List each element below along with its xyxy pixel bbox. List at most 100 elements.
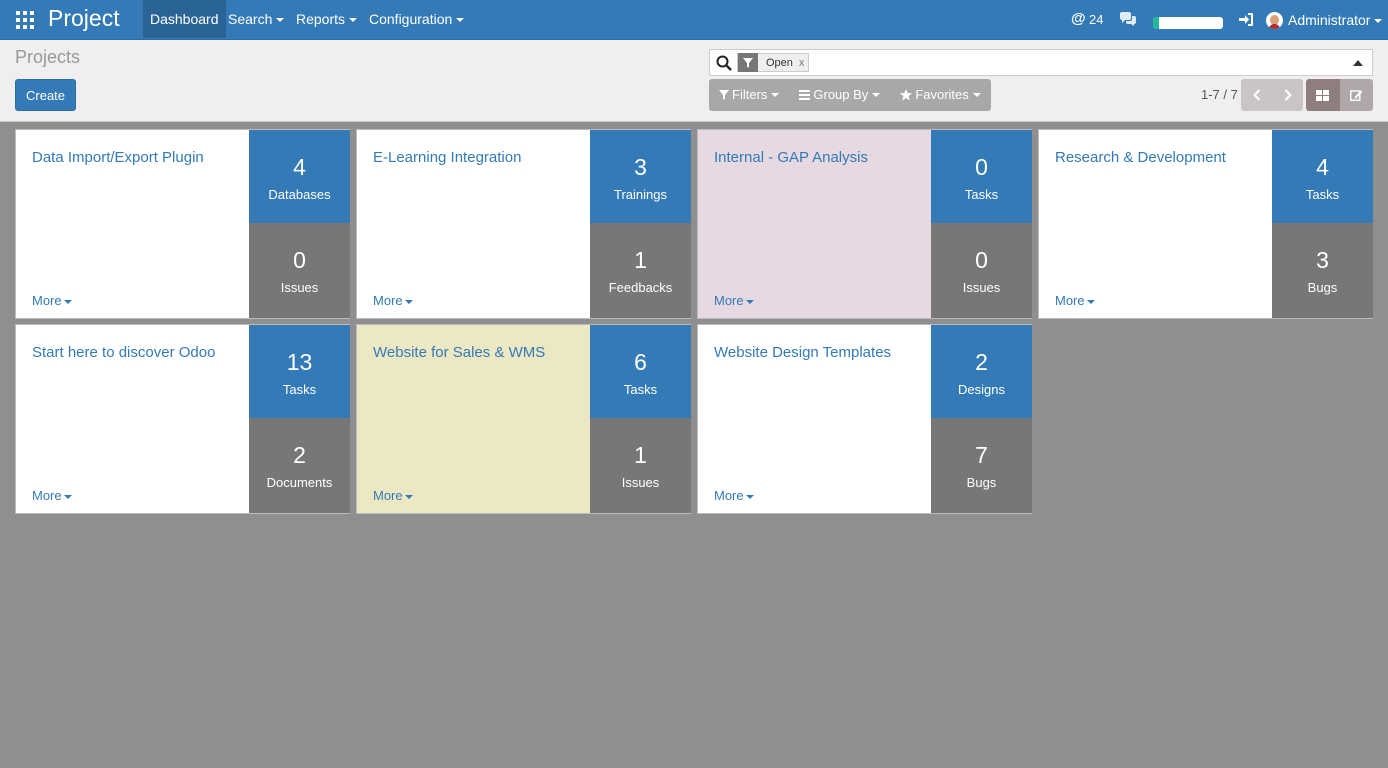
project-primary-stat[interactable]: 4 Databases (249, 130, 350, 223)
primary-stat-label: Tasks (282, 382, 317, 397)
apps-grid-icon[interactable] (16, 11, 34, 29)
project-secondary-stat[interactable]: 1 Feedbacks (590, 223, 691, 318)
more-dropdown[interactable]: More (714, 488, 754, 503)
chevron-down-icon (1086, 299, 1095, 304)
project-primary-stat[interactable]: 13 Tasks (249, 325, 350, 418)
chevron-up-icon[interactable] (1353, 60, 1363, 66)
project-card[interactable]: Internal - GAP Analysis More 0 Tasks 0 I… (697, 129, 1032, 319)
search-icon (716, 55, 732, 71)
search-input[interactable]: Open x (709, 49, 1373, 76)
search-facet: Open x (737, 53, 810, 72)
chevron-down-icon (63, 494, 72, 499)
project-secondary-stat[interactable]: 3 Bugs (1272, 223, 1373, 318)
project-primary-stat[interactable]: 3 Trainings (590, 130, 691, 223)
primary-stat-count: 4 (1316, 154, 1329, 180)
primary-stat-count: 0 (975, 154, 988, 180)
project-title[interactable]: Start here to discover Odoo (32, 344, 215, 361)
mentions-icon[interactable]: @ (1071, 10, 1086, 27)
more-dropdown[interactable]: More (714, 293, 754, 308)
create-button[interactable]: Create (15, 79, 77, 111)
project-primary-stat[interactable]: 6 Tasks (590, 325, 691, 418)
filter-icon (738, 53, 758, 72)
more-label: More (714, 488, 744, 503)
primary-stat-label: Tasks (623, 382, 658, 397)
project-card[interactable]: E-Learning Integration More 3 Trainings … (356, 129, 691, 319)
pager-next-button[interactable] (1272, 79, 1303, 111)
secondary-stat-count: 0 (975, 247, 988, 273)
chevron-down-icon (872, 93, 881, 97)
chat-icon[interactable] (1119, 12, 1137, 26)
progress-bar (1153, 17, 1223, 29)
project-card[interactable]: Start here to discover Odoo More 13 Task… (15, 324, 350, 514)
project-title[interactable]: Data Import/Export Plugin (32, 149, 204, 166)
project-secondary-stat[interactable]: 7 Bugs (931, 418, 1032, 513)
project-title[interactable]: E-Learning Integration (373, 149, 521, 166)
group-by-button[interactable]: Group By (789, 79, 890, 111)
primary-stat-count: 3 (634, 154, 647, 180)
primary-stat-label: Designs (958, 382, 1005, 397)
menu-configuration[interactable]: Configuration (362, 0, 471, 38)
control-panel: Projects Create Open x Filters Group By … (0, 40, 1388, 122)
mentions-count[interactable]: 24 (1089, 12, 1103, 27)
project-title[interactable]: Research & Development (1055, 149, 1226, 166)
project-card[interactable]: Research & Development More 4 Tasks 3 Bu… (1038, 129, 1373, 319)
user-menu[interactable]: Administrator (1288, 12, 1383, 28)
project-title[interactable]: Internal - GAP Analysis (714, 149, 868, 166)
chevron-left-icon (1252, 89, 1260, 101)
project-secondary-stat[interactable]: 0 Issues (931, 223, 1032, 318)
more-dropdown[interactable]: More (373, 293, 413, 308)
page-title: Projects (15, 47, 81, 67)
top-navbar: Project Dashboard Search Reports Configu… (0, 0, 1388, 40)
primary-stat-count: 6 (634, 349, 647, 375)
project-primary-stat[interactable]: 2 Designs (931, 325, 1032, 418)
project-secondary-stat[interactable]: 2 Documents (249, 418, 350, 513)
avatar[interactable] (1266, 12, 1283, 29)
more-dropdown[interactable]: More (32, 488, 72, 503)
menu-search[interactable]: Search (221, 0, 291, 38)
project-secondary-stat[interactable]: 0 Issues (249, 223, 350, 318)
primary-stat-count: 13 (286, 349, 313, 375)
chevron-down-icon (745, 299, 754, 304)
menu-dashboard[interactable]: Dashboard (143, 0, 226, 38)
secondary-stat-label: Feedbacks (608, 280, 673, 295)
chevron-right-icon (1284, 89, 1292, 101)
favorites-button[interactable]: Favorites (890, 79, 990, 111)
pager-value[interactable]: 1-7 / 7 (1201, 87, 1238, 102)
filters-button[interactable]: Filters (709, 79, 789, 111)
project-card[interactable]: Data Import/Export Plugin More 4 Databas… (15, 129, 350, 319)
more-dropdown[interactable]: More (1055, 293, 1095, 308)
chevron-down-icon (745, 494, 754, 499)
chevron-down-icon (456, 18, 465, 23)
remove-facet-icon[interactable]: x (799, 57, 809, 69)
project-card[interactable]: Website Design Templates More 2 Designs … (697, 324, 1032, 514)
chevron-down-icon (63, 299, 72, 304)
primary-stat-label: Tasks (1305, 187, 1340, 202)
secondary-stat-count: 1 (634, 247, 647, 273)
more-dropdown[interactable]: More (373, 488, 413, 503)
sign-in-icon[interactable] (1239, 13, 1253, 26)
menu-configuration-label: Configuration (369, 11, 453, 27)
project-title[interactable]: Website for Sales & WMS (373, 344, 545, 361)
project-secondary-stat[interactable]: 1 Issues (590, 418, 691, 513)
chevron-down-icon (349, 18, 358, 23)
project-primary-stat[interactable]: 0 Tasks (931, 130, 1032, 223)
group-by-label: Group By (813, 87, 869, 102)
view-switcher (1306, 79, 1373, 111)
app-title: Project (48, 5, 120, 31)
more-dropdown[interactable]: More (32, 293, 72, 308)
form-view-button[interactable] (1339, 79, 1373, 111)
more-label: More (1055, 293, 1085, 308)
primary-stat-count: 2 (975, 349, 988, 375)
menu-reports-label: Reports (296, 11, 346, 27)
more-label: More (714, 293, 744, 308)
project-card[interactable]: Website for Sales & WMS More 6 Tasks 1 I… (356, 324, 691, 514)
kanban-view-button[interactable] (1306, 79, 1340, 111)
primary-stat-label: Trainings (614, 187, 667, 202)
project-primary-stat[interactable]: 4 Tasks (1272, 130, 1373, 223)
project-title[interactable]: Website Design Templates (714, 344, 891, 361)
chevron-down-icon (771, 93, 780, 97)
menu-reports[interactable]: Reports (289, 0, 364, 38)
pager-previous-button[interactable] (1241, 79, 1272, 111)
secondary-stat-count: 0 (293, 247, 306, 273)
favorites-label: Favorites (915, 87, 969, 102)
